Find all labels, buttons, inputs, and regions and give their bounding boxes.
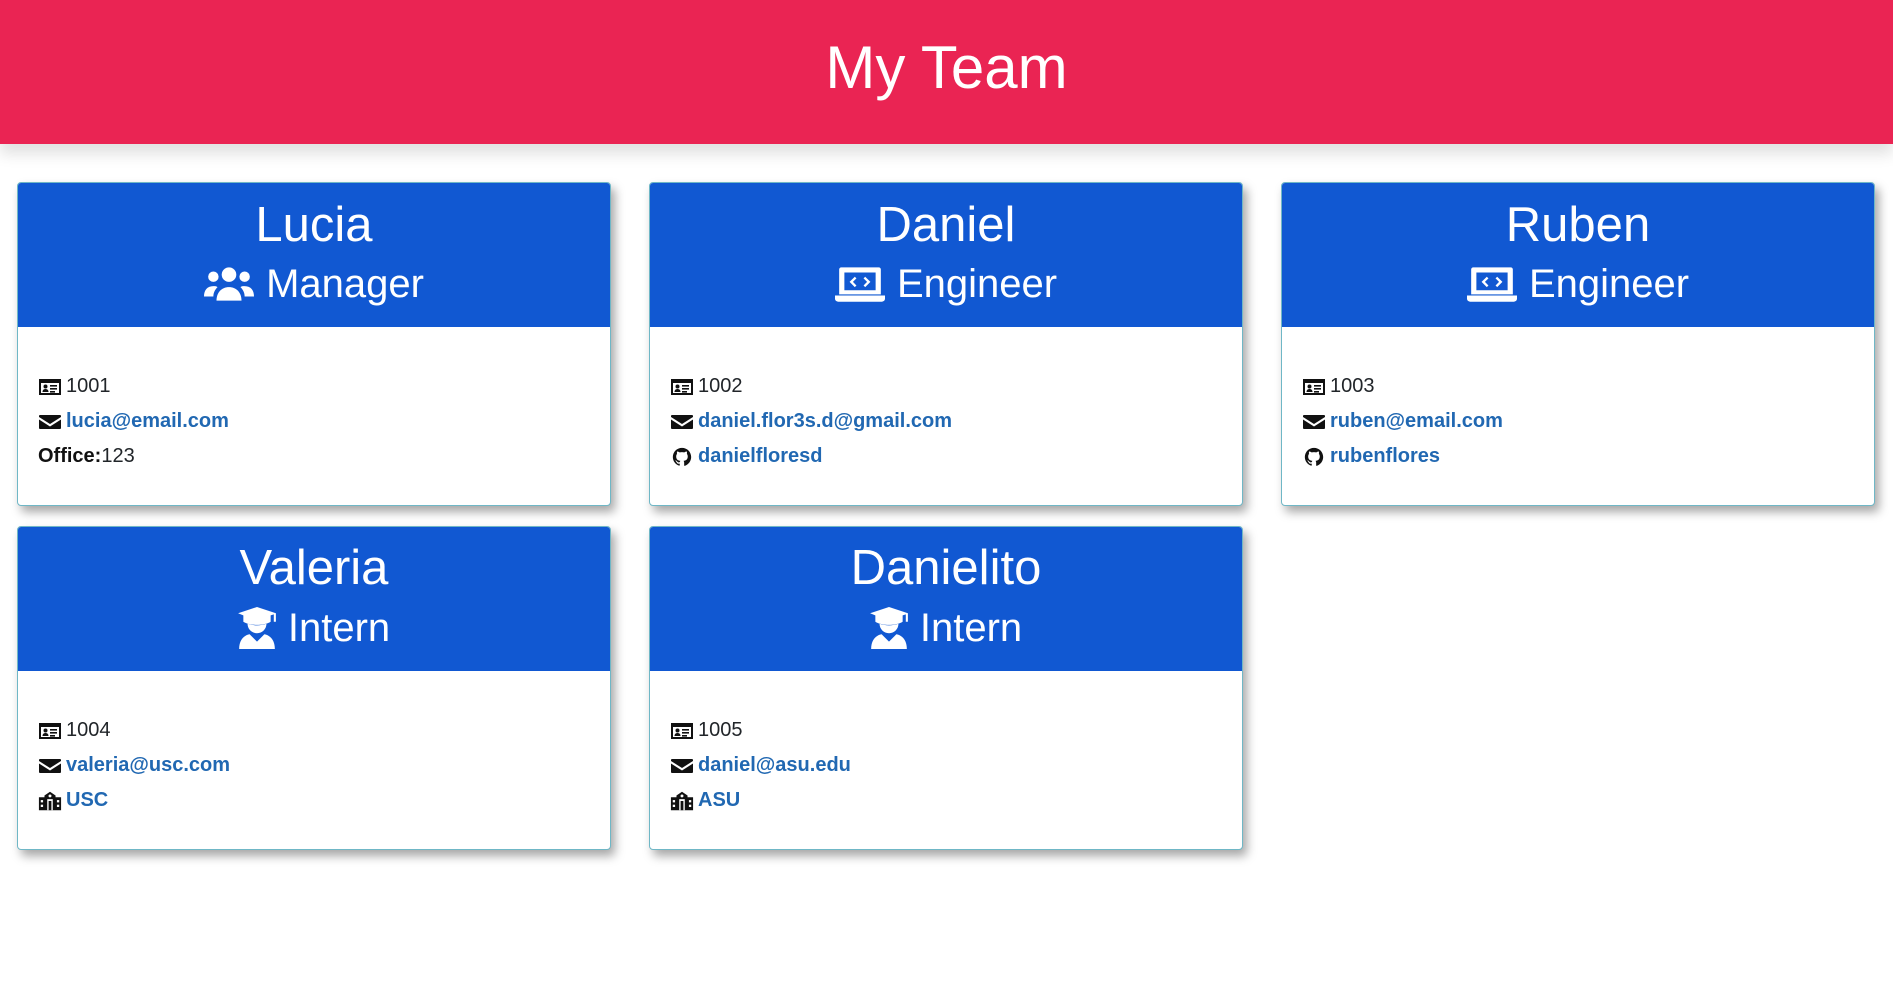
employee-card: Daniel Engineer 1002 daniel.flor3s.d@gma… (649, 182, 1243, 506)
employee-id-row: 1005 (670, 713, 1242, 748)
employee-name: Valeria (239, 540, 389, 595)
github-icon (670, 447, 694, 467)
graduate-icon (870, 607, 908, 649)
office-label: Office: (38, 445, 102, 467)
employee-card: Valeria Intern 1004 valeria@usc.com USC (17, 526, 611, 850)
employee-name: Ruben (1505, 197, 1651, 252)
graduate-icon (238, 607, 276, 649)
page-header: My Team (0, 0, 1893, 144)
email-link[interactable]: ruben@email.com (1330, 410, 1503, 433)
id-card-icon (38, 721, 62, 741)
github-link[interactable]: danielfloresd (698, 445, 822, 468)
employee-email-row: daniel@asu.edu (670, 748, 1242, 783)
employee-id-row: 1001 (38, 369, 610, 404)
github-icon (1302, 447, 1326, 467)
role-label: Engineer (896, 261, 1058, 306)
email-link[interactable]: valeria@usc.com (66, 754, 230, 777)
id-card-icon (38, 377, 62, 397)
role-label: Manager (266, 261, 424, 306)
employee-card: Ruben Engineer 1003 ruben@email.com rube… (1281, 182, 1875, 506)
employee-name: Lucia (255, 197, 373, 252)
card-header: Valeria Intern (18, 527, 610, 671)
card-body: 1004 valeria@usc.com USC (18, 671, 610, 818)
role-label: Engineer (1528, 261, 1690, 306)
envelope-icon (670, 412, 694, 432)
employee-card: Lucia Manager 1001 lucia@email.com Offic… (17, 182, 611, 506)
employee-email-row: daniel.flor3s.d@gmail.com (670, 404, 1242, 439)
email-link[interactable]: lucia@email.com (66, 410, 229, 433)
id-card-icon (670, 721, 694, 741)
employee-card: Danielito Intern 1005 daniel@asu.edu ASU (649, 526, 1243, 850)
employee-email-row: ruben@email.com (1302, 404, 1874, 439)
laptop-code-icon (1467, 265, 1517, 303)
card-header: Lucia Manager (18, 183, 610, 327)
employee-id: 1002 (698, 375, 743, 397)
card-header: Ruben Engineer (1282, 183, 1874, 327)
employee-id: 1001 (66, 375, 111, 397)
email-link[interactable]: daniel@asu.edu (698, 754, 851, 777)
employee-id-row: 1004 (38, 713, 610, 748)
card-header: Danielito Intern (650, 527, 1242, 671)
laptop-code-icon (835, 265, 885, 303)
github-row: rubenflores (1302, 439, 1874, 474)
envelope-icon (38, 756, 62, 776)
card-body: 1001 lucia@email.com Office: 123 (18, 327, 610, 474)
office-number: 123 (101, 445, 135, 467)
users-icon (204, 265, 254, 303)
github-link[interactable]: rubenflores (1330, 445, 1440, 468)
github-row: danielfloresd (670, 439, 1242, 474)
employee-id: 1004 (66, 719, 111, 741)
employee-email-row: lucia@email.com (38, 404, 610, 439)
email-link[interactable]: daniel.flor3s.d@gmail.com (698, 410, 952, 433)
employee-id: 1003 (1330, 375, 1375, 397)
id-card-icon (670, 377, 694, 397)
employee-id-row: 1003 (1302, 369, 1874, 404)
school-link[interactable]: USC (66, 789, 108, 812)
employee-id-row: 1002 (670, 369, 1242, 404)
employee-role: Intern (870, 607, 1022, 649)
card-body: 1003 ruben@email.com rubenflores (1282, 327, 1874, 474)
id-card-icon (1302, 377, 1326, 397)
role-label: Intern (287, 605, 391, 650)
employee-role: Intern (238, 607, 390, 649)
card-body: 1005 daniel@asu.edu ASU (650, 671, 1242, 818)
page-title: My Team (825, 34, 1068, 101)
school-row: ASU (670, 783, 1242, 818)
employee-id: 1005 (698, 719, 743, 741)
employee-email-row: valeria@usc.com (38, 748, 610, 783)
office-row: Office: 123 (38, 439, 610, 474)
role-label: Intern (919, 605, 1023, 650)
card-header: Daniel Engineer (650, 183, 1242, 327)
employee-role: Engineer (1467, 264, 1689, 304)
employee-name: Daniel (876, 197, 1016, 252)
employee-role: Engineer (835, 264, 1057, 304)
card-body: 1002 daniel.flor3s.d@gmail.com danielflo… (650, 327, 1242, 474)
envelope-icon (670, 756, 694, 776)
school-icon (38, 791, 62, 811)
school-link[interactable]: ASU (698, 789, 740, 812)
school-row: USC (38, 783, 610, 818)
envelope-icon (1302, 412, 1326, 432)
school-icon (670, 791, 694, 811)
employee-role: Manager (204, 264, 424, 304)
employee-name: Danielito (850, 540, 1042, 595)
envelope-icon (38, 412, 62, 432)
